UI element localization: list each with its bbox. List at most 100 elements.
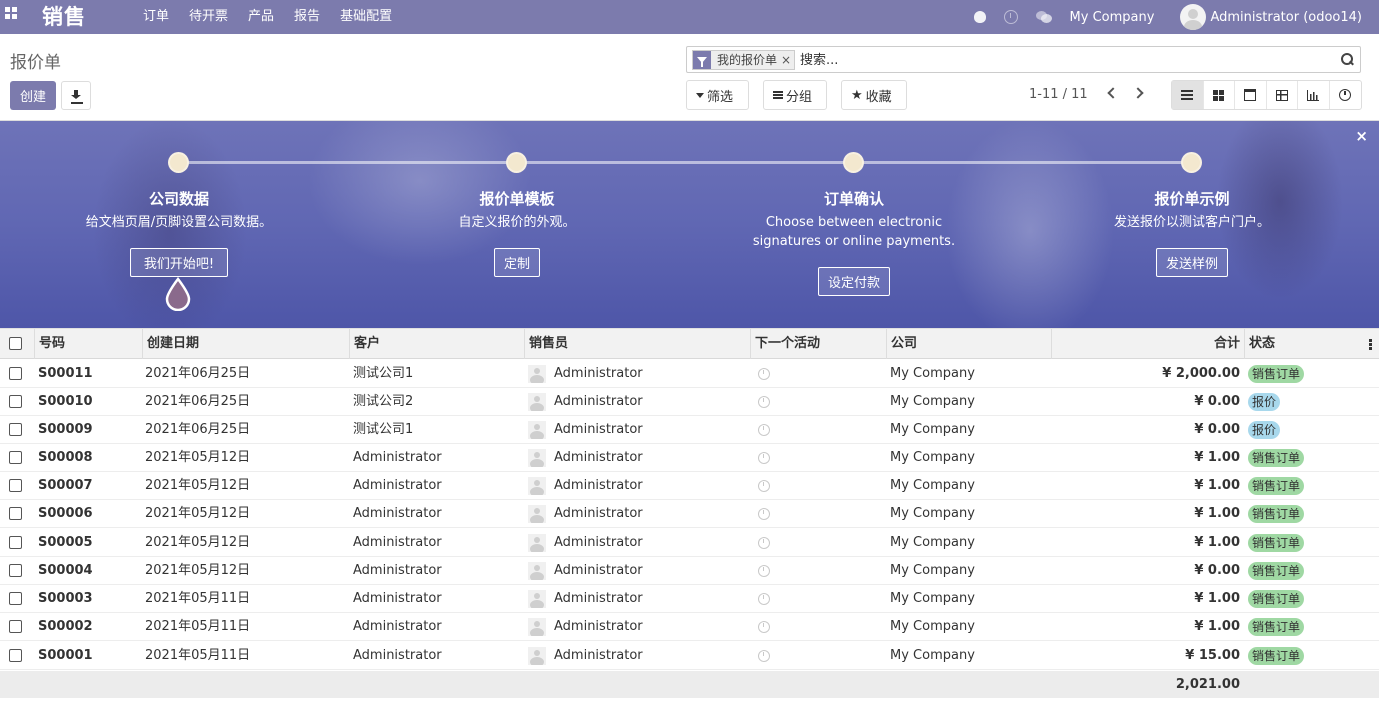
activity-clock-icon[interactable] — [758, 508, 770, 520]
salesperson: Administrator — [528, 416, 643, 444]
facet-remove-button[interactable]: × — [781, 51, 794, 69]
row-checkbox[interactable] — [9, 649, 22, 662]
activity-clock-icon[interactable] — [758, 537, 770, 549]
table-row[interactable]: S00007 2021年05月12日 Administrator Adminis… — [0, 472, 1379, 500]
company-switcher[interactable]: My Company — [1070, 10, 1155, 25]
activity-clock-icon[interactable] — [758, 593, 770, 605]
menu-item-configuration[interactable]: 基础配置 — [340, 5, 402, 24]
salesperson: Administrator — [528, 360, 643, 388]
table-row[interactable]: S00006 2021年05月12日 Administrator Adminis… — [0, 500, 1379, 528]
salesperson-name: Administrator — [554, 591, 643, 606]
menu-item-to-invoice[interactable]: 待开票 — [189, 5, 238, 24]
search-icon[interactable] — [1341, 53, 1353, 65]
kanban-view-button[interactable] — [1204, 81, 1235, 109]
activity-clock-icon[interactable] — [758, 452, 770, 464]
graph-view-button[interactable] — [1298, 81, 1330, 109]
order-number: S00004 — [38, 563, 93, 578]
step-button-company[interactable]: 我们开始吧! — [130, 248, 228, 277]
menu-item-orders[interactable]: 订单 — [143, 5, 179, 24]
table-row[interactable]: S00003 2021年05月11日 Administrator Adminis… — [0, 585, 1379, 613]
activity-clock-icon[interactable] — [758, 565, 770, 577]
table-row[interactable]: S00011 2021年06月25日 测试公司1 Administrator M… — [0, 360, 1379, 388]
row-checkbox[interactable] — [9, 367, 22, 380]
app-name[interactable]: 销售 — [42, 1, 86, 31]
activity-clock-icon[interactable] — [1003, 10, 1018, 24]
filter-funnel-icon — [693, 51, 711, 69]
calendar-view-button[interactable] — [1235, 81, 1267, 109]
salesperson-avatar — [528, 393, 546, 411]
activity-clock-icon[interactable] — [758, 396, 770, 408]
table-row[interactable]: S00004 2021年05月12日 Administrator Adminis… — [0, 557, 1379, 585]
pager-value[interactable]: 1-11 / 11 — [1029, 87, 1088, 102]
activity-view-icon — [1339, 89, 1352, 101]
customer: Administrator — [353, 478, 442, 493]
pager-previous-icon[interactable] — [1107, 87, 1119, 99]
activity-clock-icon[interactable] — [758, 424, 770, 436]
table-row[interactable]: S00002 2021年05月11日 Administrator Adminis… — [0, 613, 1379, 641]
salesperson: Administrator — [528, 613, 643, 641]
groupby-button[interactable]: 分组 — [763, 80, 827, 110]
table-row[interactable]: S00009 2021年06月25日 测试公司1 Administrator M… — [0, 416, 1379, 444]
salesperson-avatar — [528, 618, 546, 636]
row-checkbox[interactable] — [9, 423, 22, 436]
step-desc-sample: 发送报价以测试客户门户。 — [1113, 215, 1270, 230]
menu-item-products[interactable]: 产品 — [248, 5, 284, 24]
table-row[interactable]: S00001 2021年05月11日 Administrator Adminis… — [0, 642, 1379, 670]
step-button-template[interactable]: 定制 — [494, 248, 540, 277]
list-view-button[interactable] — [1172, 81, 1204, 109]
groupby-bars-icon — [773, 91, 783, 99]
banner-close-button[interactable]: × — [1355, 127, 1368, 145]
step-button-confirmation[interactable]: 设定付款 — [818, 267, 890, 296]
row-checkbox[interactable] — [9, 592, 22, 605]
user-avatar[interactable] — [1180, 4, 1207, 30]
order-total: ¥ 0.00 — [1194, 422, 1240, 437]
step-desc-confirmation: Choose between electronic signatures or … — [752, 215, 956, 249]
pager-next-icon[interactable] — [1132, 87, 1144, 99]
messaging-chat-icon[interactable] — [1035, 11, 1052, 23]
column-header-date[interactable]: 创建日期 — [142, 329, 349, 359]
table-row[interactable]: S00008 2021年05月12日 Administrator Adminis… — [0, 444, 1379, 472]
row-checkbox[interactable] — [9, 564, 22, 577]
footer-total: 2,021.00 — [1175, 677, 1240, 692]
tour-tip-drop-icon[interactable] — [165, 277, 191, 311]
optional-columns-icon[interactable] — [1369, 339, 1372, 350]
table-row[interactable]: S00010 2021年06月25日 测试公司2 Administrator M… — [0, 388, 1379, 416]
search-input[interactable] — [800, 51, 1320, 69]
column-header-state[interactable]: 状态 — [1244, 329, 1364, 359]
filters-button[interactable]: 筛选 — [686, 80, 749, 110]
column-header-number[interactable]: 号码 — [34, 329, 142, 359]
activity-clock-icon[interactable] — [758, 368, 770, 380]
step-button-sample[interactable]: 发送样例 — [1156, 248, 1228, 277]
customer: Administrator — [353, 535, 442, 550]
row-checkbox[interactable] — [9, 451, 22, 464]
activity-clock-icon[interactable] — [758, 621, 770, 633]
column-header-total[interactable]: 合计 — [1051, 329, 1244, 359]
activity-clock-icon[interactable] — [758, 650, 770, 662]
select-all-checkbox[interactable] — [9, 337, 22, 350]
activity-view-button[interactable] — [1330, 81, 1362, 109]
apps-menu-icon[interactable] — [5, 7, 17, 19]
user-menu[interactable]: Administrator (odoo14) — [1210, 10, 1362, 25]
create-button[interactable]: 创建 — [10, 81, 56, 110]
systray: My Company Administrator (odoo14) — [973, 0, 1379, 34]
salesperson-avatar — [528, 477, 546, 495]
status-badge-cell: 销售订单 — [1248, 613, 1305, 641]
activity-clock-icon[interactable] — [758, 480, 770, 492]
pivot-view-button[interactable] — [1267, 81, 1298, 109]
row-checkbox[interactable] — [9, 536, 22, 549]
export-button[interactable] — [61, 81, 91, 110]
table-row[interactable]: S00005 2021年05月12日 Administrator Adminis… — [0, 529, 1379, 557]
row-checkbox[interactable] — [9, 507, 22, 520]
column-header-next-activity[interactable]: 下一个活动 — [750, 329, 886, 359]
column-header-company[interactable]: 公司 — [886, 329, 1051, 359]
row-checkbox[interactable] — [9, 479, 22, 492]
debug-bug-icon[interactable] — [973, 11, 986, 23]
column-header-salesperson[interactable]: 销售员 — [524, 329, 750, 359]
row-checkbox[interactable] — [9, 395, 22, 408]
row-checkbox[interactable] — [9, 620, 22, 633]
status-badge-cell: 销售订单 — [1248, 444, 1305, 472]
groupby-label: 分组 — [786, 89, 813, 105]
favorites-button[interactable]: ★ 收藏 — [841, 80, 907, 110]
menu-item-reporting[interactable]: 报告 — [294, 5, 330, 24]
column-header-customer[interactable]: 客户 — [349, 329, 524, 359]
